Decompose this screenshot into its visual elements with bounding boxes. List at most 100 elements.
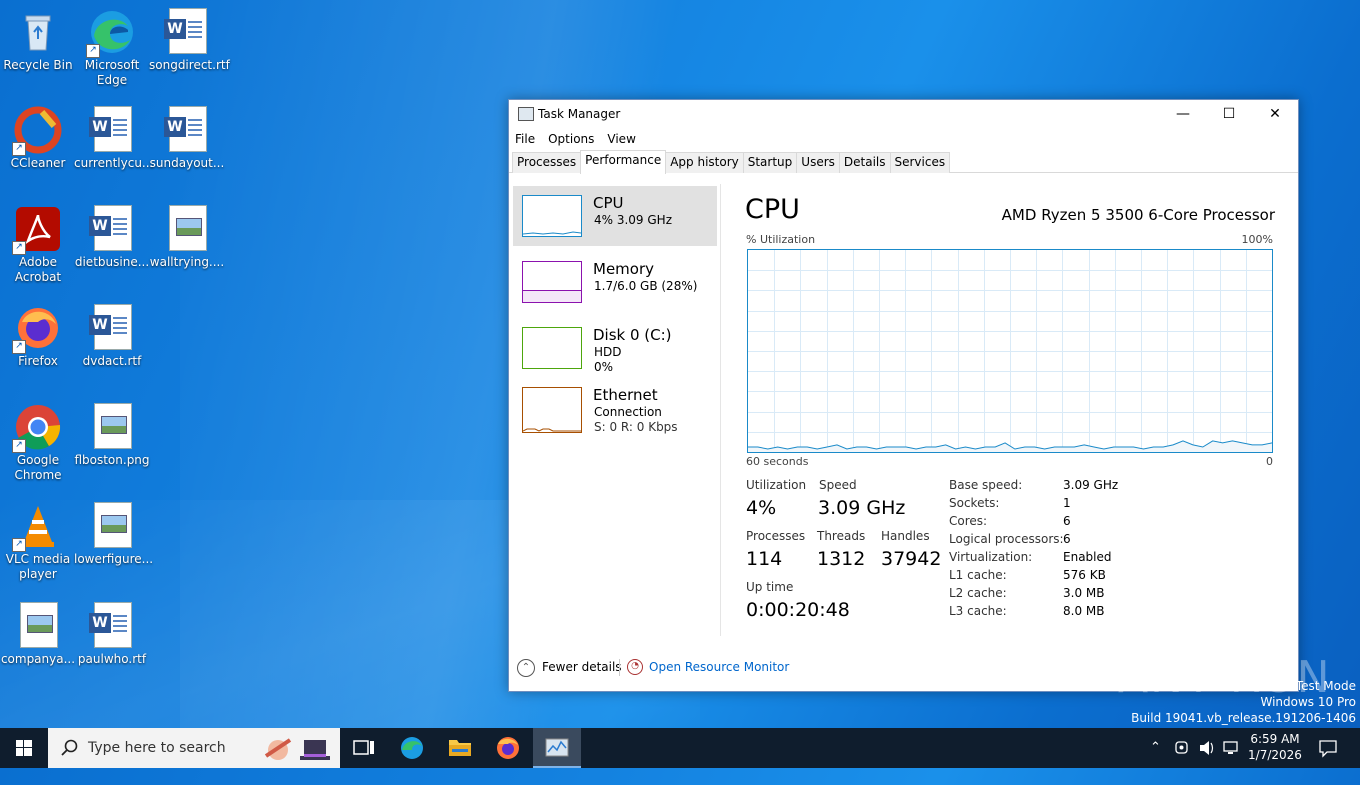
- acrobat-icon: ↗: [12, 205, 62, 255]
- tab-processes[interactable]: Processes: [512, 152, 582, 173]
- graph-max-label: 100%: [1241, 233, 1273, 246]
- desktop-icon-songdirect[interactable]: W songdirect.rtf: [149, 8, 230, 73]
- tab-startup[interactable]: Startup: [742, 152, 798, 173]
- desktop-icon-label: dietbusine...: [74, 255, 150, 269]
- desktop-icon-flboston[interactable]: flboston.png: [74, 403, 150, 468]
- desktop-icon-label: CCleaner: [10, 156, 66, 170]
- shortcut-arrow-icon: ↗: [12, 142, 26, 156]
- cpu-title: CPU: [745, 194, 800, 225]
- chevron-up-icon[interactable]: ⌃: [517, 659, 535, 677]
- fewer-details-link[interactable]: Fewer details: [542, 660, 622, 674]
- threads-value: 1312: [817, 548, 866, 570]
- network-button[interactable]: [1222, 728, 1240, 768]
- uptime-value: 0:00:20:48: [746, 599, 850, 621]
- menu-view[interactable]: View: [607, 128, 642, 150]
- desktop-icon-microsoft-edge[interactable]: ↗ Microsoft Edge: [74, 8, 150, 88]
- taskbar-edge[interactable]: [388, 728, 436, 768]
- task-manager-icon: [545, 738, 569, 757]
- sidebar-item-disk[interactable]: Disk 0 (C:) HDD 0%: [513, 318, 717, 378]
- shortcut-arrow-icon: ↗: [12, 340, 26, 354]
- detail-value: 8.0 MB: [1063, 604, 1105, 618]
- taskbar: Type here to search ⌃ 6:59 AM 1/7/2026: [0, 728, 1360, 768]
- detail-key: Base speed:: [949, 478, 1023, 492]
- desktop-icon-recycle-bin[interactable]: Recycle Bin: [0, 8, 76, 73]
- resource-monitor-icon: ◔: [627, 659, 643, 675]
- graph-time-label: 60 seconds: [746, 455, 809, 468]
- menu-bar: File Options View: [509, 128, 1298, 150]
- desktop-icon-label: Google Chrome: [14, 453, 62, 482]
- desktop-icon-google-chrome[interactable]: ↗ Google Chrome: [0, 403, 76, 483]
- tab-details[interactable]: Details: [838, 152, 891, 173]
- desktop-icon-walltrying[interactable]: walltrying....: [149, 205, 225, 270]
- sidebar-item-detail: 0%: [594, 360, 614, 374]
- tab-performance[interactable]: Performance: [580, 150, 667, 174]
- desktop-icon-label: dvdact.rtf: [82, 354, 142, 368]
- desktop-icon-ccleaner[interactable]: ↗ CCleaner: [0, 106, 76, 171]
- graph-min-label: 0: [1266, 455, 1273, 468]
- volume-button[interactable]: [1198, 728, 1216, 768]
- desktop-icon-label: companya...: [0, 652, 76, 666]
- start-button[interactable]: [0, 728, 48, 768]
- detail-value: 1: [1063, 496, 1071, 510]
- word-document-icon: W: [164, 8, 207, 54]
- minimize-button[interactable]: —: [1160, 100, 1206, 128]
- tab-app-history[interactable]: App history: [665, 152, 744, 173]
- taskbar-file-explorer[interactable]: [436, 728, 484, 768]
- desktop-icon-paulwho[interactable]: W paulwho.rtf: [74, 602, 150, 667]
- task-view-button[interactable]: [340, 728, 388, 768]
- taskbar-search-box[interactable]: Type here to search: [48, 728, 340, 768]
- watermark-line: Windows 10 Pro: [1260, 695, 1356, 709]
- disk-mini-graph: [522, 327, 582, 369]
- utilization-label: Utilization: [746, 478, 807, 492]
- desktop-icon-dvdact[interactable]: W dvdact.rtf: [74, 304, 150, 369]
- resource-sidebar: CPU 4% 3.09 GHz Memory 1.7/6.0 GB (28%) …: [513, 186, 717, 450]
- sidebar-item-detail: Connection: [594, 405, 662, 419]
- search-icon: [61, 739, 78, 756]
- title-bar[interactable]: Task Manager — ☐ ✕: [509, 100, 1298, 128]
- detail-value: 6: [1063, 514, 1071, 528]
- window-title: Task Manager: [538, 107, 621, 121]
- task-manager-icon: [518, 107, 534, 121]
- taskbar-task-manager[interactable]: [533, 728, 581, 768]
- desktop-icon-adobe-acrobat[interactable]: ↗ Adobe Acrobat: [0, 205, 76, 285]
- meet-now-button[interactable]: [1174, 728, 1192, 768]
- webcam-icon: [1175, 741, 1188, 754]
- desktop-icon-sundayout[interactable]: W sundayout...: [149, 106, 225, 171]
- tab-users[interactable]: Users: [796, 152, 840, 173]
- show-hidden-icons-button[interactable]: ⌃: [1150, 728, 1161, 768]
- sidebar-item-cpu[interactable]: CPU 4% 3.09 GHz: [513, 186, 717, 246]
- edge-icon: [401, 737, 423, 759]
- action-center-button[interactable]: [1318, 728, 1348, 768]
- desktop-icon-label: Adobe Acrobat: [14, 255, 62, 284]
- taskbar-clock[interactable]: 6:59 AM 1/7/2026: [1242, 731, 1308, 763]
- threads-label: Threads: [817, 529, 866, 543]
- firefox-icon: ↗: [12, 304, 62, 354]
- search-placeholder: Type here to search: [88, 740, 226, 756]
- desktop-icon-vlc[interactable]: ↗ VLC media player: [0, 502, 76, 582]
- maximize-button[interactable]: ☐: [1206, 100, 1252, 128]
- taskbar-firefox[interactable]: [484, 728, 532, 768]
- detail-value: Enabled: [1063, 550, 1112, 564]
- desktop-icon-lowerfigure[interactable]: lowerfigure...: [74, 502, 153, 567]
- desktop-icon-firefox[interactable]: ↗ Firefox: [0, 304, 76, 369]
- word-document-icon: W: [89, 304, 132, 350]
- desktop-icon-dietbusine[interactable]: W dietbusine...: [74, 205, 150, 270]
- sidebar-item-memory[interactable]: Memory 1.7/6.0 GB (28%): [513, 252, 717, 312]
- pane-divider: [720, 184, 721, 636]
- close-button[interactable]: ✕: [1252, 100, 1298, 128]
- word-document-icon: W: [89, 602, 132, 648]
- sidebar-item-detail: 4% 3.09 GHz: [594, 213, 673, 227]
- desktop-icon-currentlycu[interactable]: W currentlycu...: [74, 106, 153, 171]
- cpu-model: AMD Ryzen 5 3500 6-Core Processor: [1001, 206, 1275, 224]
- sidebar-item-ethernet[interactable]: Ethernet Connection S: 0 R: 0 Kbps: [513, 384, 717, 444]
- menu-file[interactable]: File: [515, 128, 542, 150]
- open-resource-monitor-link[interactable]: Open Resource Monitor: [649, 660, 789, 674]
- processes-value: 114: [746, 548, 783, 570]
- firefox-icon: [497, 737, 519, 759]
- desktop-icon-companya[interactable]: companya...: [0, 602, 76, 667]
- speaker-icon: [1200, 741, 1214, 755]
- cpu-mini-graph: [522, 195, 582, 237]
- menu-options[interactable]: Options: [548, 128, 601, 150]
- tab-services[interactable]: Services: [889, 152, 951, 173]
- task-view-icon: [353, 740, 374, 755]
